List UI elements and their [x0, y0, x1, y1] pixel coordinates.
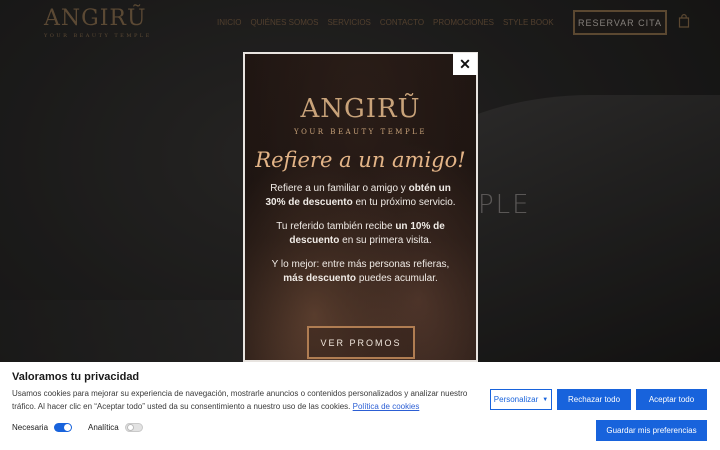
referral-popup: ANGIRŨ YOUR BEAUTY TEMPLE Refiere a un a…	[243, 52, 478, 362]
necessary-label: Necesaria	[12, 423, 49, 432]
analytics-toggle[interactable]	[124, 423, 143, 432]
necessary-toggle[interactable]	[54, 423, 73, 432]
popup-headline: Refiere a un amigo!	[255, 148, 466, 172]
accept-all-button[interactable]: Aceptar todo	[636, 389, 707, 410]
analytics-label: Analítica	[88, 423, 119, 432]
caret-down-icon: ▼	[542, 396, 549, 403]
popup-paragraph-2: Tu referido también recibe un 10% de des…	[276, 221, 445, 246]
cookie-consent-banner: Valoramos tu privacidad Usamos cookies p…	[0, 362, 720, 450]
reject-all-button[interactable]: Rechazar todo	[557, 389, 631, 410]
save-preferences-button[interactable]: Guardar mis preferencias	[596, 420, 707, 441]
close-popup-button[interactable]: ✕	[453, 53, 477, 75]
cookie-description: Usamos cookies para mejorar su experienc…	[12, 389, 468, 411]
popup-logo: ANGIRŨ	[300, 94, 421, 124]
close-icon: ✕	[459, 56, 471, 72]
customize-button[interactable]: Personalizar ▼	[490, 389, 552, 410]
popup-paragraph-3: Y lo mejor: entre más personas refieras,…	[271, 259, 450, 284]
cookie-toggles: Necesaria Analítica	[12, 423, 143, 432]
popup-logo-tagline: YOUR BEAUTY TEMPLE	[294, 128, 427, 136]
cookie-title: Valoramos tu privacidad	[12, 371, 140, 383]
view-promos-button[interactable]: VER PROMOS	[307, 326, 415, 359]
cookie-policy-link[interactable]: Política de cookies	[353, 402, 420, 411]
popup-paragraph-1: Refiere a un familiar o amigo y obtén un…	[265, 183, 456, 208]
